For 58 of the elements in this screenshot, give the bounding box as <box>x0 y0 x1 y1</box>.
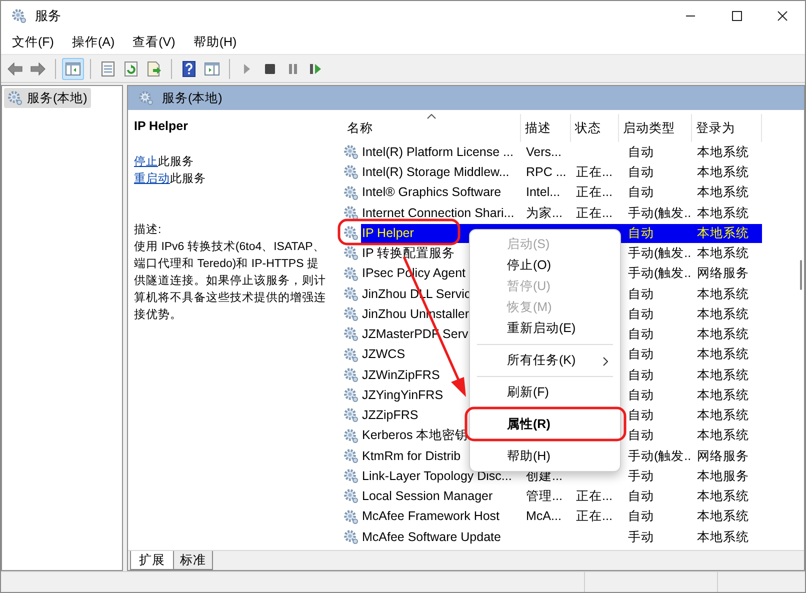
table-cell-text: 网络服务 <box>697 265 749 282</box>
table-cell-text: 本地系统 <box>697 508 749 526</box>
window-title: 服务 <box>35 7 61 26</box>
table-cell-text: 本地系统 <box>697 224 749 242</box>
table-cell-text: Intel... <box>526 184 560 202</box>
action-text: 重启动此服务 <box>134 172 207 187</box>
table-cell-text: 正在... <box>576 164 612 181</box>
table-cell-text: 本地系统 <box>697 366 749 384</box>
table-cell-text: 正在... <box>576 508 612 526</box>
table-cell-text: 自动 <box>628 326 654 343</box>
table-cell-text: 本地系统 <box>697 346 749 364</box>
table-cell-text: 本地系统 <box>697 427 749 444</box>
description-text: 使用 IPv6 转换技术(6to4、ISATAP、端口代理和 Teredo)和 IP-HTTPS 提供隧道连接。如果停止该服务，则计算机将不具备这些技术提供的增强连接优势。 <box>134 240 327 323</box>
table-cell-text: McA... <box>526 508 562 526</box>
table-cell-text: 手动(触发... <box>628 265 692 282</box>
table-cell-text: 手动(触发... <box>628 204 692 222</box>
table-cell-text: 本地系统 <box>697 184 749 202</box>
table-cell-text: 手动(触发... <box>628 245 692 262</box>
panel-title: 服务(本地) <box>162 90 222 107</box>
table-cell-text: 自动 <box>628 144 654 161</box>
table-cell-text: 自动 <box>628 366 654 384</box>
table-cell-text: 手动 <box>628 528 654 546</box>
table-cell-text: 本地服务 <box>697 468 749 485</box>
table-cell-text: 本地系统 <box>697 144 749 161</box>
table-cell-text: 自动 <box>628 306 654 323</box>
table-cell-text: 自动 <box>628 488 654 505</box>
table-cell-text: 本地系统 <box>697 306 749 323</box>
table-cell-text: 自动 <box>628 386 654 404</box>
table-cell-text: 正在... <box>576 204 612 222</box>
table-cell-text: 正在... <box>576 488 612 505</box>
table-cell-text: 本地系统 <box>697 488 749 505</box>
service-name: IP Helper <box>134 118 189 135</box>
table-cell-text: 本地系统 <box>697 286 749 302</box>
table-cell-text: RPC ... <box>526 164 566 181</box>
table-cell-text: 自动 <box>628 508 654 526</box>
table-cell-text: 自动 <box>628 286 654 302</box>
table-cell-text: 本地系统 <box>697 204 749 222</box>
table-cell-text: 本地系统 <box>697 326 749 343</box>
table-cell-text: 本地系统 <box>697 164 749 181</box>
table-cell-text: 管理... <box>526 488 562 505</box>
table-cell-text: 本地系统 <box>697 528 749 546</box>
description-label: 描述: <box>134 222 162 238</box>
table-cell-text: 网络服务 <box>697 448 749 464</box>
table-cell-text: 本地系统 <box>697 386 749 404</box>
table-cell-text: Vers... <box>526 144 562 161</box>
action-text: 停止此服务 <box>134 154 195 170</box>
table-cell-text: 自动 <box>628 224 654 242</box>
table-cell-text: 本地系统 <box>697 407 749 424</box>
table-cell-text: 自动 <box>628 184 654 202</box>
table-cell-text: 本地系统 <box>697 245 749 262</box>
table-cell-text: 手动 <box>628 468 654 485</box>
table-cell-text: 自动 <box>628 164 654 181</box>
table-cell-text: 正在... <box>576 184 612 202</box>
table-cell-text: 自动 <box>628 407 654 424</box>
table-cell-text: 自动 <box>628 346 654 364</box>
table-cell-text: 手动(触发... <box>628 448 692 465</box>
table-cell-text: 自动 <box>628 427 654 444</box>
table-cell-text: 为家... <box>526 204 562 222</box>
